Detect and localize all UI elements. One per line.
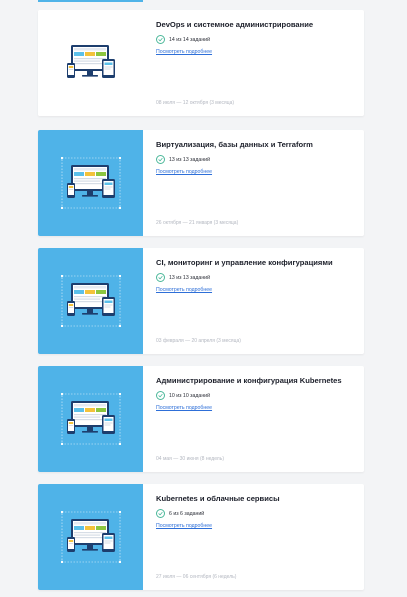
progress-count: 10 из 10 заданий — [169, 392, 210, 399]
responsive-devices-icon — [66, 45, 115, 78]
module-thumbnail — [38, 130, 143, 236]
progress-count: 13 из 13 заданий — [169, 156, 210, 163]
module-title: DevOps и системное администрирование — [156, 20, 314, 29]
module-card: Kubernetes и облачные сервисы 6 из 6 зад… — [38, 484, 364, 590]
check-circle-icon — [156, 273, 165, 282]
module-dates: 26 октября — 21 января (3 месяца) — [156, 220, 239, 226]
responsive-devices-icon — [60, 393, 121, 445]
module-progress: 13 из 13 заданий — [156, 273, 210, 282]
module-title: Виртуализация, базы данных и Terraform — [156, 140, 313, 149]
view-details-link[interactable]: Посмотреть подробнее — [156, 405, 212, 411]
check-circle-icon — [156, 155, 165, 164]
check-circle-icon — [156, 509, 165, 518]
check-circle-icon — [156, 391, 165, 400]
module-info: Kubernetes и облачные сервисы 6 из 6 зад… — [156, 484, 356, 590]
responsive-devices-icon — [60, 275, 121, 327]
module-thumbnail — [38, 366, 143, 472]
module-info: DevOps и системное администрирование 14 … — [156, 10, 356, 116]
module-dates: 27 июля — 06 сентября (6 недель) — [156, 574, 237, 580]
module-progress: 6 из 6 заданий — [156, 509, 204, 518]
view-details-link[interactable]: Посмотреть подробнее — [156, 49, 212, 55]
module-title: Kubernetes и облачные сервисы — [156, 494, 280, 503]
progress-count: 14 из 14 заданий — [169, 36, 210, 43]
module-card: CI, мониторинг и управление конфигурация… — [38, 248, 364, 354]
check-circle-icon — [156, 35, 165, 44]
module-title: Администрирование и конфигурация Kuberne… — [156, 376, 342, 385]
progress-count: 6 из 6 заданий — [169, 510, 205, 517]
module-progress: 13 из 13 заданий — [156, 155, 210, 164]
module-thumbnail — [38, 10, 143, 116]
module-thumbnail — [38, 248, 143, 354]
module-thumbnail — [38, 484, 143, 590]
view-details-link[interactable]: Посмотреть подробнее — [156, 287, 212, 293]
responsive-devices-icon — [60, 511, 121, 563]
module-progress: 10 из 10 заданий — [156, 391, 210, 400]
module-dates: 08 июля — 12 октября (3 месяца) — [156, 100, 235, 106]
progress-count: 13 из 13 заданий — [169, 274, 210, 281]
module-progress: 14 из 14 заданий — [156, 35, 210, 44]
module-card: Администрирование и конфигурация Kuberne… — [38, 366, 364, 472]
course-modules-page: DevOps и системное администрирование 14 … — [0, 0, 407, 597]
module-info: Администрирование и конфигурация Kuberne… — [156, 366, 356, 472]
view-details-link[interactable]: Посмотреть подробнее — [156, 523, 212, 529]
module-dates: 03 февраля — 20 апреля (3 месяца) — [156, 338, 241, 344]
view-details-link[interactable]: Посмотреть подробнее — [156, 169, 212, 175]
module-info: Виртуализация, базы данных и Terraform 1… — [156, 130, 356, 236]
module-card: Виртуализация, базы данных и Terraform 1… — [38, 130, 364, 236]
previous-card-edge — [38, 0, 143, 2]
responsive-devices-icon — [60, 157, 121, 209]
module-dates: 04 мая — 30 июня (8 недель) — [156, 456, 224, 462]
module-card: DevOps и системное администрирование 14 … — [38, 10, 364, 116]
module-info: CI, мониторинг и управление конфигурация… — [156, 248, 356, 354]
module-title: CI, мониторинг и управление конфигурация… — [156, 258, 333, 267]
